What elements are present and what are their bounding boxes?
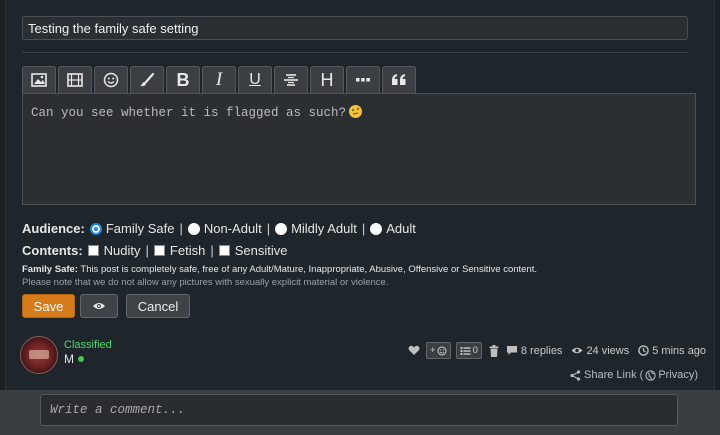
separator: | (361, 221, 366, 236)
heading-button[interactable]: H (310, 66, 344, 93)
brush-icon (140, 72, 155, 87)
bold-button[interactable]: B (166, 66, 200, 93)
contents-option-nudity[interactable]: Nudity (87, 243, 141, 258)
contents-row: Contents: Nudity | Fetish | Sensitive (22, 243, 287, 258)
comment-icon (506, 346, 517, 355)
add-reaction-button[interactable]: + (426, 342, 451, 359)
share-icon (570, 369, 581, 381)
option-label: Adult (386, 221, 416, 236)
audience-description-text: This post is completely safe, free of an… (77, 264, 538, 275)
post-body-text: Can you see whether it is flagged as suc… (31, 106, 347, 120)
audience-option-family-safe[interactable]: Family Safe (89, 221, 175, 236)
share-link-label: Share Link ( (584, 369, 644, 381)
underline-button[interactable]: U (238, 66, 272, 93)
separator: | (210, 243, 214, 258)
smiley-icon (103, 72, 119, 88)
eye-icon (571, 347, 583, 354)
audience-option-mildly-adult[interactable]: Mildly Adult (275, 221, 357, 236)
radio[interactable] (187, 222, 200, 235)
italic-icon: I (215, 69, 223, 90)
separator: | (266, 221, 271, 236)
image-icon (31, 73, 47, 87)
option-label: Nudity (103, 243, 141, 258)
comment-input[interactable]: Write a comment... (40, 394, 678, 426)
audience-option-adult[interactable]: Adult (370, 221, 416, 236)
radio[interactable] (370, 222, 383, 235)
clock-icon (638, 345, 650, 356)
reply-count[interactable]: 8 replies (521, 345, 563, 357)
avatar[interactable] (20, 336, 58, 374)
option-label: Sensitive (234, 243, 288, 258)
separator: | (179, 221, 183, 236)
post-stats: + 0 8 replies 24 views 5 mins ago (408, 342, 706, 359)
heart-icon[interactable] (408, 345, 420, 356)
checkbox[interactable] (87, 245, 99, 256)
option-label: Fetish (169, 243, 206, 258)
divider (22, 52, 688, 53)
heading-icon: H (320, 69, 334, 90)
audience-option-non-adult[interactable]: Non-Adult (187, 221, 262, 236)
audience-description-lead: Family Safe: (22, 264, 78, 275)
contents-option-sensitive[interactable]: Sensitive (218, 243, 288, 258)
online-status-dot (78, 356, 84, 362)
add-reaction-plus: + (430, 345, 436, 356)
author-name-text: M (64, 352, 74, 366)
privacy-label[interactable]: Privacy) (658, 369, 698, 381)
author-role: Classified (64, 339, 112, 351)
insert-video-button[interactable] (58, 66, 92, 93)
audience-description: Family Safe: This post is completely saf… (22, 264, 537, 275)
view-count: 24 views (586, 344, 630, 357)
radio-checked[interactable] (89, 222, 102, 235)
post-body-editor[interactable]: Can you see whether it is flagged as suc… (22, 93, 696, 205)
quote-icon (392, 74, 406, 85)
radio[interactable] (275, 222, 288, 235)
contents-label: Contents: (22, 243, 83, 258)
checkbox[interactable] (153, 245, 165, 256)
globe-icon (645, 369, 656, 381)
list-button[interactable]: 0 (455, 342, 482, 359)
post-time[interactable]: 5 mins ago (652, 345, 706, 357)
trash-icon[interactable] (489, 344, 499, 357)
list-count: 0 (472, 345, 478, 356)
film-icon (67, 73, 83, 87)
list-icon (459, 346, 471, 355)
ellipsis-icon (356, 78, 370, 82)
quote-button[interactable] (382, 66, 416, 93)
option-label: Family Safe (105, 221, 175, 236)
save-button[interactable]: Save (22, 294, 75, 318)
strikethrough-button[interactable] (274, 66, 308, 93)
audience-label: Audience: (22, 221, 85, 236)
underline-icon: U (249, 71, 261, 88)
strikethrough-icon (284, 74, 298, 86)
option-label: Mildly Adult (291, 221, 357, 236)
eye-icon (93, 303, 105, 309)
italic-button[interactable]: I (202, 66, 236, 93)
bold-icon: B (176, 69, 190, 90)
share-link[interactable]: Share Link ( Privacy) (570, 369, 698, 381)
insert-image-button[interactable] (22, 66, 56, 93)
more-button[interactable] (346, 66, 380, 93)
contents-option-fetish[interactable]: Fetish (153, 243, 206, 258)
smiley-icon (437, 346, 447, 355)
option-label: Non-Adult (203, 221, 262, 236)
separator: | (145, 243, 149, 258)
cancel-button[interactable]: Cancel (126, 294, 190, 318)
preview-button[interactable] (80, 294, 118, 318)
title-input[interactable]: Testing the family safe setting (22, 16, 688, 40)
content-policy-note: Please note that we do not allow any pic… (22, 277, 389, 288)
audience-row: Audience: Family Safe | Non-Adult | Mild… (22, 221, 416, 236)
thinking-face-icon (349, 105, 363, 118)
checkbox[interactable] (218, 245, 230, 256)
brush-button[interactable] (130, 66, 164, 93)
author-name[interactable]: M (64, 352, 84, 366)
insert-emoji-button[interactable] (94, 66, 128, 93)
editor-toolbar: B I U H (22, 66, 418, 94)
